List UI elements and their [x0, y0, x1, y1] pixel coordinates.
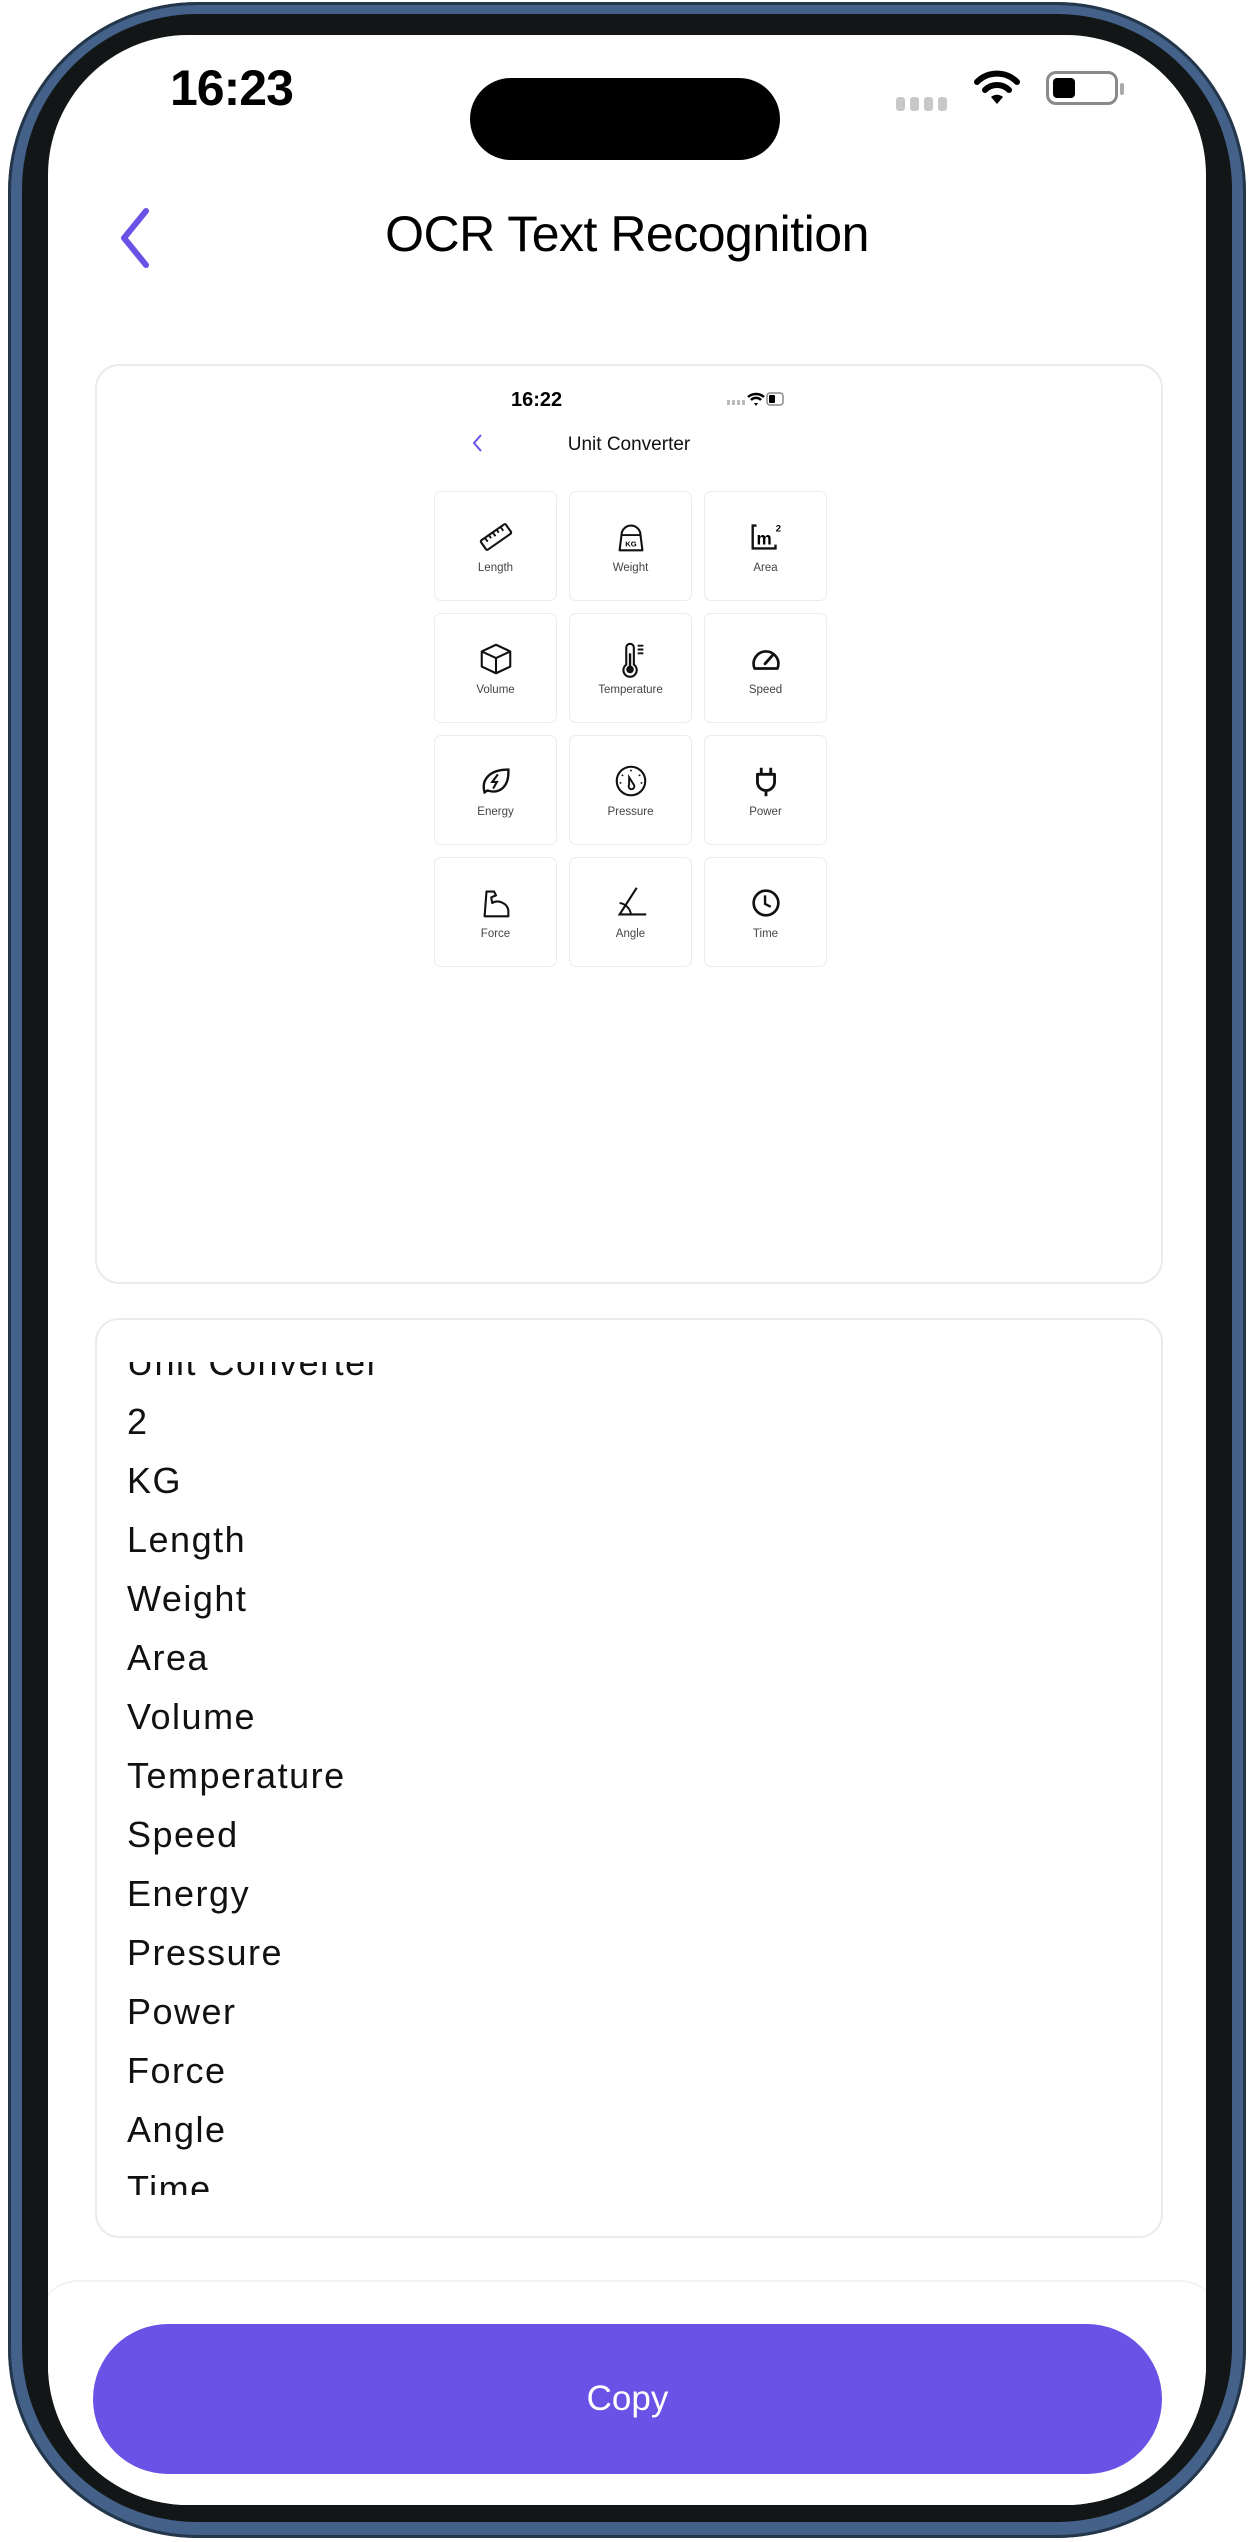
speedometer-icon	[751, 650, 780, 670]
tile-weight: KG Weight	[569, 491, 692, 601]
svg-text:KG: KG	[625, 540, 636, 549]
tile-time: Time	[704, 857, 827, 967]
preview-grid: Length KG Weight m2 Area Volume Temperat…	[434, 491, 827, 967]
leaf-bolt-icon	[482, 768, 510, 795]
tile-label: Speed	[748, 684, 783, 696]
recognized-text-line: KG	[127, 1460, 183, 1501]
wifi-icon	[974, 70, 1020, 104]
tile-angle: Angle	[569, 857, 692, 967]
recognized-text-line: Area	[127, 1637, 210, 1678]
plug-icon	[755, 767, 776, 797]
page-title: OCR Text Recognition	[385, 206, 869, 262]
tile-pressure: Pressure	[569, 735, 692, 845]
tile-force: Force	[434, 857, 557, 967]
tile-energy: Energy	[434, 735, 557, 845]
tile-speed: Speed	[704, 613, 827, 723]
screen: 16:23 OCR Text Recognition 16:22 Unit Co…	[48, 35, 1206, 2505]
thermometer-icon	[621, 642, 643, 678]
dynamic-island	[470, 78, 780, 160]
tile-length: Length	[434, 491, 557, 601]
tile-area: m2 Area	[704, 491, 827, 601]
tile-label: Weight	[612, 562, 649, 574]
image-preview: 16:22 Unit Converter Length KG Weight m2…	[95, 364, 1163, 1284]
recognized-text-line: Angle	[127, 2109, 227, 2150]
preview-title: Unit Converter	[567, 434, 691, 455]
preview-status-icons	[727, 392, 784, 406]
svg-text:m: m	[756, 530, 771, 549]
pressure-gauge-icon	[615, 765, 646, 797]
tile-label: Force	[480, 928, 511, 940]
clock-icon	[751, 889, 780, 917]
recognized-text-line: Energy	[127, 1873, 251, 1914]
cube-icon	[480, 643, 511, 675]
status-time: 16:23	[170, 60, 294, 116]
tile-label: Area	[753, 562, 778, 574]
tile-label: Volume	[476, 684, 515, 696]
cellular-dots-icon	[896, 97, 947, 111]
tile-label: Length	[477, 562, 514, 574]
recognized-text-box[interactable]: Unit Converter 2 KG Length Weight Area Volume T…	[95, 1318, 1163, 2238]
copy-button[interactable]: Copy	[93, 2324, 1162, 2474]
recognized-text-line: Time	[127, 2168, 212, 2195]
recognized-text-lines: Unit Converter 2 KG Length Weight Area Volume T…	[127, 1362, 380, 2195]
recognized-text-scroll[interactable]: Unit Converter 2 KG Length Weight Area Volume T…	[127, 1362, 1127, 2195]
recognized-text-line: Volume	[127, 1696, 257, 1737]
ruler-icon	[479, 523, 512, 551]
tile-power: Power	[704, 735, 827, 845]
tile-label: Energy	[477, 806, 514, 818]
square-meter-icon: m2	[751, 523, 780, 550]
recognized-text-line: Pressure	[127, 1932, 284, 1973]
tile-label: Power	[749, 806, 782, 818]
battery-icon	[1046, 71, 1124, 105]
tile-label: Angle	[615, 928, 646, 940]
recognized-text-line: Length	[127, 1519, 247, 1560]
preview-status-time: 16:22	[511, 389, 563, 411]
recognized-text-line: Temperature	[127, 1755, 346, 1796]
recognized-text-line: Speed	[127, 1814, 239, 1855]
angle-icon	[617, 887, 646, 916]
recognized-text-line: Weight	[127, 1578, 248, 1619]
recognized-text-line: Unit Converter	[127, 1362, 381, 1383]
tile-label: Time	[752, 928, 779, 940]
kg-weight-icon: KG	[618, 524, 643, 552]
tile-label: Temperature	[598, 684, 663, 696]
tile-label: Pressure	[607, 806, 654, 818]
tile-temperature: Temperature	[569, 613, 692, 723]
svg-text:2: 2	[775, 523, 780, 534]
recognized-text-line: Force	[127, 2050, 227, 2091]
recognized-text-line: 2	[127, 1401, 149, 1442]
recognized-text-line: Power	[127, 1991, 237, 2032]
flexed-arm-icon	[483, 890, 509, 918]
tile-volume: Volume	[434, 613, 557, 723]
